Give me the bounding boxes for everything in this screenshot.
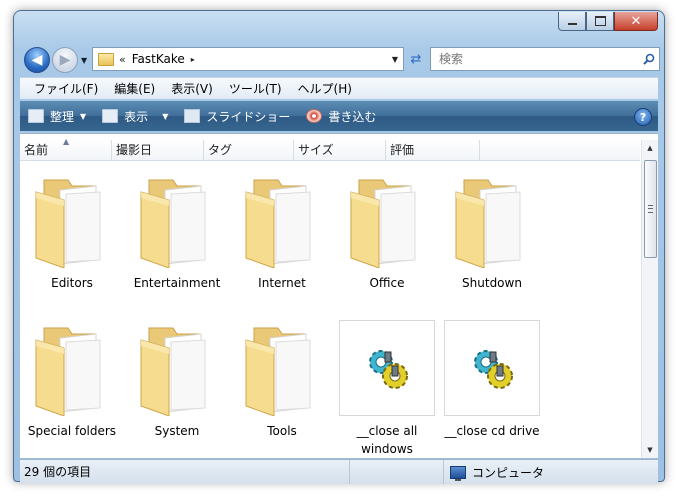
folder-icon <box>335 172 439 268</box>
scroll-up-icon[interactable]: ▲ <box>642 140 658 156</box>
folder-icon <box>230 320 334 416</box>
back-arrow-icon: ◀ <box>31 52 43 68</box>
maximize-icon <box>594 16 606 26</box>
column-headers: ▲ 名前 撮影日 タグ サイズ 評価 <box>20 137 640 161</box>
chevron-down-icon: ▼ <box>80 111 87 121</box>
organize-button[interactable]: 整理 ▼ <box>28 108 86 125</box>
back-button[interactable]: ◀ <box>24 47 50 73</box>
folder-item[interactable]: System <box>125 320 229 440</box>
folder-item[interactable]: Shutdown <box>440 172 544 292</box>
shortcut-item[interactable]: __close cd drive <box>440 320 544 440</box>
gears-icon <box>444 320 540 416</box>
folder-item[interactable]: Tools <box>230 320 334 440</box>
scroll-down-icon[interactable]: ▼ <box>642 442 658 458</box>
menu-tools[interactable]: ツール(T) <box>229 80 282 97</box>
search-input[interactable] <box>437 51 639 67</box>
slideshow-label: スライドショー <box>206 109 291 124</box>
folder-item[interactable]: Special folders <box>20 320 124 440</box>
column-header-name[interactable]: ▲ 名前 <box>20 137 112 160</box>
organize-icon <box>28 109 44 123</box>
gears-icon <box>339 320 435 416</box>
view-icon <box>102 109 119 123</box>
folder-icon <box>20 320 124 416</box>
address-dropdown-icon[interactable]: ▼ <box>387 55 403 64</box>
organize-label: 整理 <box>50 109 75 124</box>
item-label: Shutdown <box>462 276 522 290</box>
menu-view[interactable]: 表示(V) <box>171 80 213 97</box>
search-icon[interactable] <box>639 53 659 65</box>
folder-icon <box>125 320 229 416</box>
zone-indicator: コンピュータ <box>450 460 544 484</box>
status-bar: 29 個の項目 コンピュータ <box>20 459 658 484</box>
item-label: __close all windows <box>356 424 418 456</box>
folder-icon <box>20 172 124 268</box>
column-header-rating[interactable]: 評価 <box>386 140 480 160</box>
disc-icon <box>306 109 323 123</box>
folder-item[interactable]: Internet <box>230 172 334 292</box>
burn-label: 書き込む <box>328 109 377 124</box>
sort-ascending-icon: ▲ <box>63 137 70 146</box>
file-list-pane: ▲ 名前 撮影日 タグ サイズ 評価 Editors Entertainment I… <box>20 133 658 458</box>
menu-help[interactable]: ヘルプ(H) <box>298 80 352 97</box>
column-header-size[interactable]: サイズ <box>294 140 386 160</box>
folder-item[interactable]: Editors <box>20 172 124 292</box>
help-icon[interactable]: ? <box>634 108 652 126</box>
chevron-down-icon: ▼ <box>162 111 169 121</box>
minimize-icon <box>567 23 577 25</box>
explorer-window: ✕ ◀ ▶ ▼ « FastKake ▸ ▼ ⇄ ファイル(F) 編集(E) 表… <box>13 10 665 484</box>
recent-pages-dropdown[interactable]: ▼ <box>81 56 91 65</box>
item-label: Internet <box>258 276 306 290</box>
menu-file[interactable]: ファイル(F) <box>34 80 98 97</box>
folder-item[interactable]: Entertainment <box>125 172 229 292</box>
scroll-thumb[interactable] <box>644 160 657 258</box>
slideshow-button[interactable]: スライドショー <box>184 108 290 125</box>
menu-bar: ファイル(F) 編集(E) 表示(V) ツール(T) ヘルプ(H) <box>20 77 658 99</box>
view-label: 表示 <box>124 109 149 124</box>
folder-icon <box>98 52 114 66</box>
forward-button[interactable]: ▶ <box>52 47 78 73</box>
folder-icon <box>440 172 544 268</box>
search-box <box>430 47 660 71</box>
computer-icon <box>450 465 466 481</box>
item-label: Special folders <box>27 424 117 438</box>
navigation-buttons: ◀ ▶ ▼ <box>24 47 91 73</box>
column-header-date-taken[interactable]: 撮影日 <box>112 140 204 160</box>
item-label: __close cd drive <box>444 424 540 438</box>
maximize-button[interactable] <box>586 12 614 31</box>
refresh-icon: ⇄ <box>410 51 422 67</box>
minimize-button[interactable] <box>558 12 586 31</box>
forward-arrow-icon: ▶ <box>59 52 71 68</box>
folder-item[interactable]: Office <box>335 172 439 292</box>
close-icon: ✕ <box>630 13 642 29</box>
address-bar[interactable]: « FastKake ▸ ▼ <box>92 47 404 71</box>
vertical-scrollbar[interactable]: ▲ ▼ <box>641 140 658 458</box>
address-path[interactable]: FastKake <box>132 52 185 66</box>
status-panel <box>351 460 444 484</box>
item-label: Office <box>369 276 405 290</box>
grip-icon <box>648 205 653 213</box>
shortcut-item[interactable]: __close all windows <box>335 320 439 458</box>
zone-label: コンピュータ <box>472 465 545 480</box>
close-button[interactable]: ✕ <box>614 12 658 31</box>
column-header-tags[interactable]: タグ <box>204 140 294 160</box>
folder-icon <box>230 172 334 268</box>
burn-button[interactable]: 書き込む <box>306 108 376 125</box>
command-bar: 整理 ▼ 表示 ▼ スライドショー 書き込む ? <box>20 101 658 131</box>
view-button[interactable]: 表示 ▼ <box>102 108 168 125</box>
address-overflow-chevron[interactable]: « <box>119 53 126 66</box>
item-label: System <box>154 424 200 438</box>
refresh-button[interactable]: ⇄ <box>406 49 426 69</box>
folder-icon <box>125 172 229 268</box>
item-count: 29 個の項目 <box>20 460 350 484</box>
caption-buttons: ✕ <box>558 12 658 31</box>
breadcrumb-arrow-icon[interactable]: ▸ <box>191 55 195 64</box>
slideshow-icon <box>184 109 201 123</box>
menu-edit[interactable]: 編集(E) <box>114 80 155 97</box>
item-label: Entertainment <box>133 276 221 290</box>
item-label: Editors <box>51 276 93 290</box>
item-label: Tools <box>267 424 297 438</box>
